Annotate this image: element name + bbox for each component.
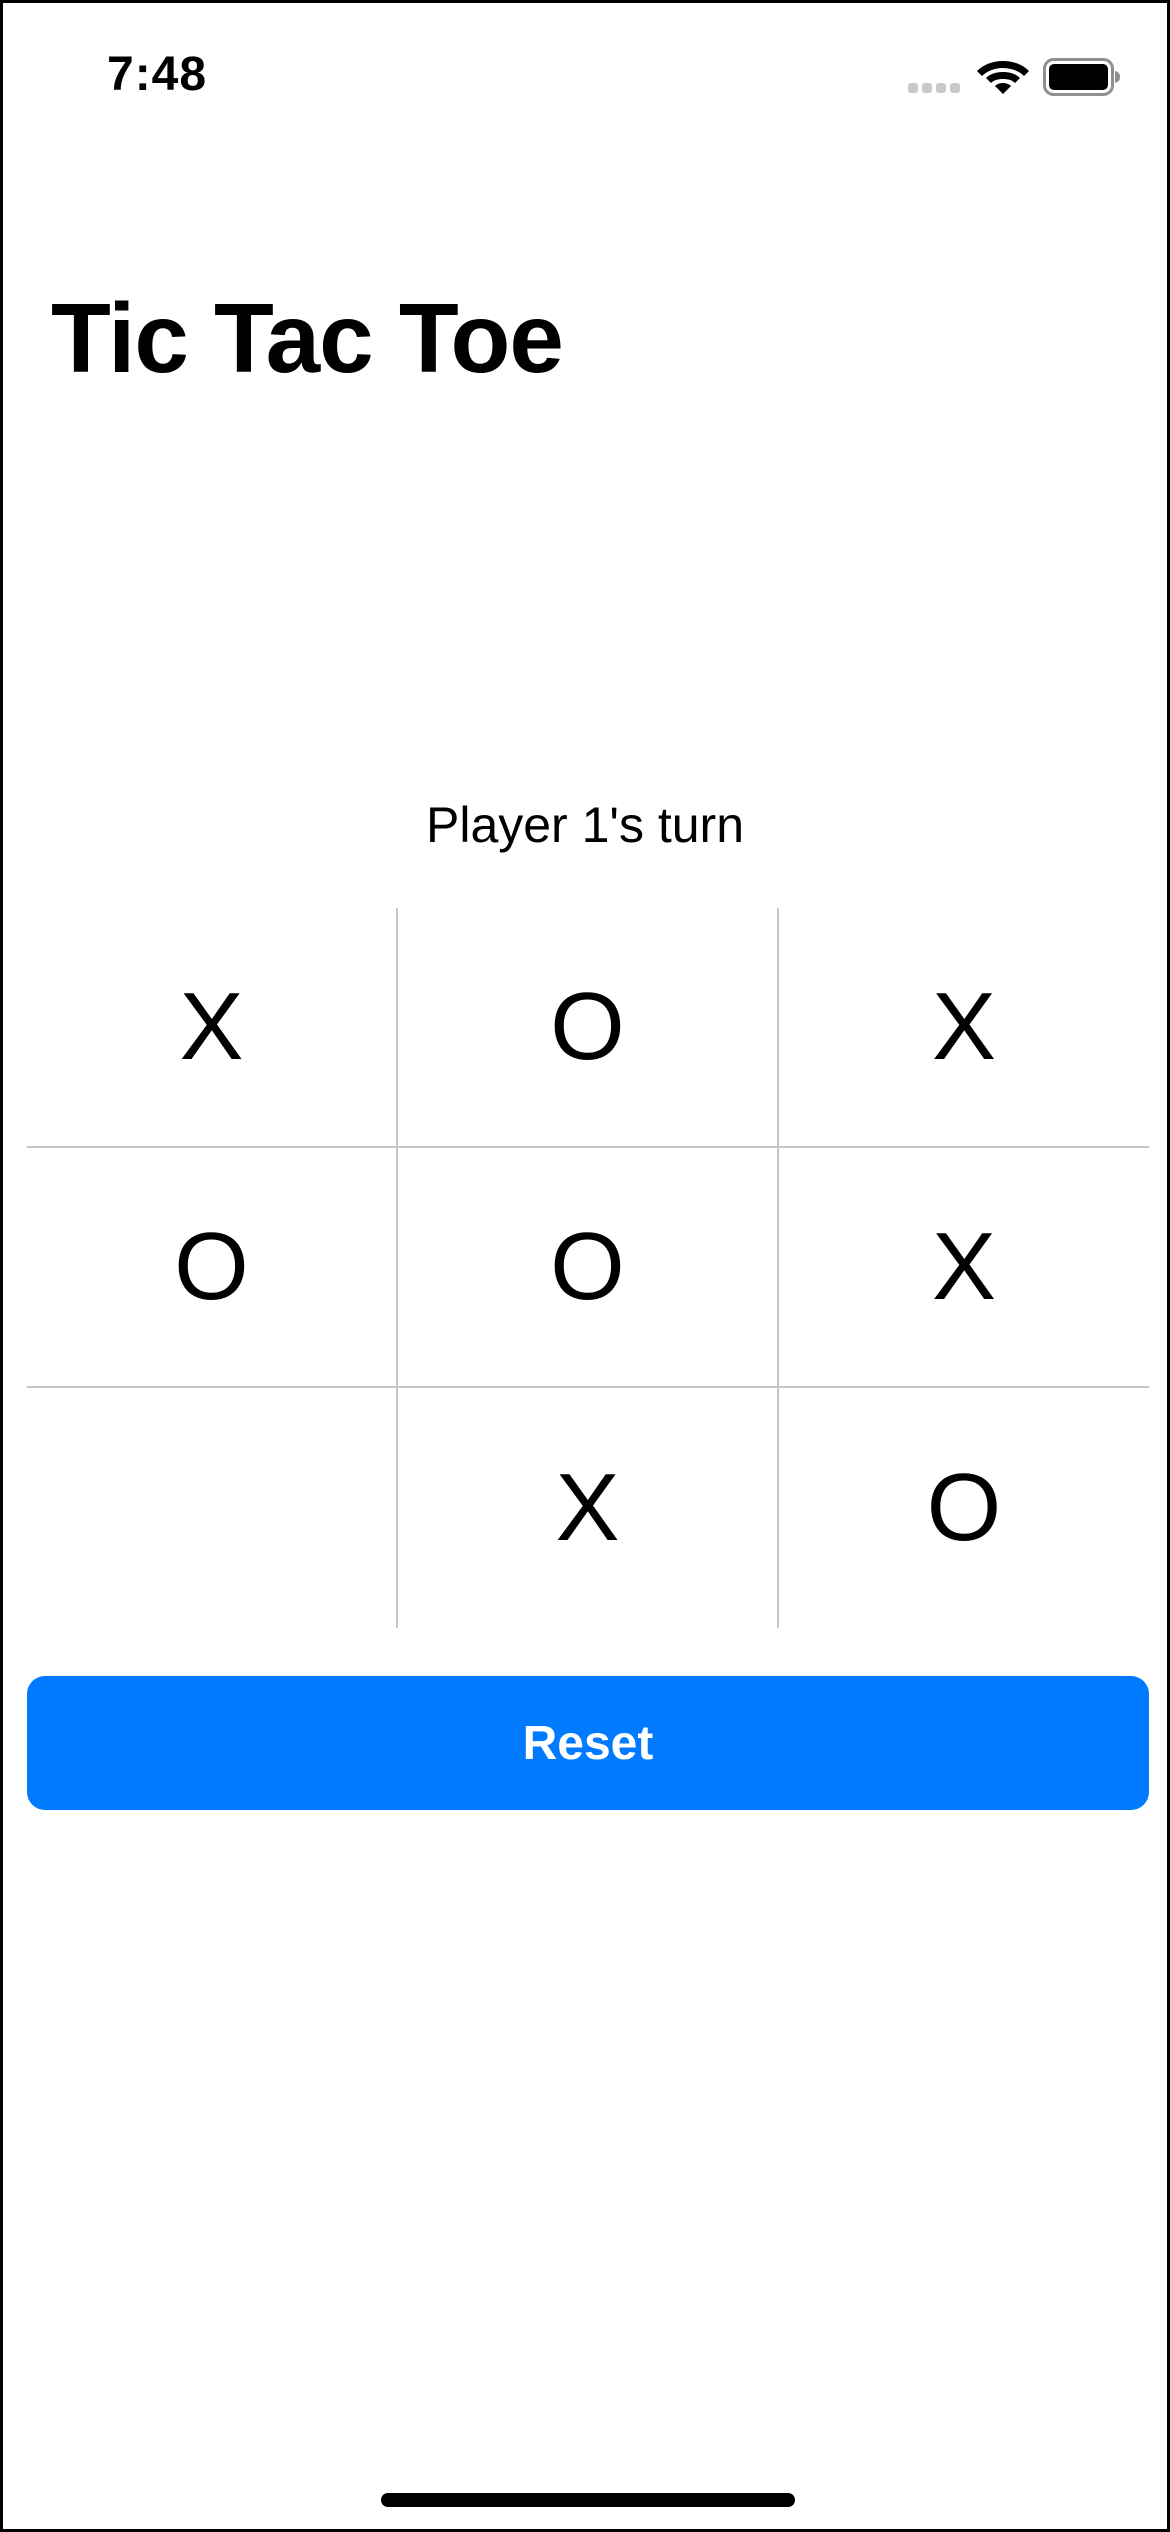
status-bar: 7:48: [3, 3, 1167, 143]
battery-full-icon: [1043, 58, 1120, 96]
board-cell-1-1[interactable]: O: [398, 1148, 779, 1388]
turn-status-label: Player 1's turn: [425, 797, 745, 853]
board-cell-1-0[interactable]: O: [27, 1148, 398, 1388]
board-cell-0-2[interactable]: X: [779, 908, 1149, 1148]
reset-button[interactable]: Reset: [27, 1676, 1149, 1810]
board-cell-2-0[interactable]: [27, 1388, 398, 1628]
status-time: 7:48: [107, 48, 208, 101]
board-cell-0-1[interactable]: O: [398, 908, 779, 1148]
board-cell-2-2[interactable]: O: [779, 1388, 1149, 1628]
board-cell-0-0[interactable]: X: [27, 908, 398, 1148]
page-title: Tic Tac Toe: [51, 283, 564, 393]
wifi-icon: [977, 61, 1029, 94]
board-cell-2-1[interactable]: X: [398, 1388, 779, 1628]
home-indicator[interactable]: [381, 2493, 795, 2507]
board-cell-1-2[interactable]: X: [779, 1148, 1149, 1388]
app-screen: 7:48 Tic Tac Toe Player 1's turn X O X O…: [0, 0, 1170, 2532]
signal-dots-icon: [908, 83, 960, 93]
game-board: X O X O O X X O: [27, 908, 1149, 1628]
